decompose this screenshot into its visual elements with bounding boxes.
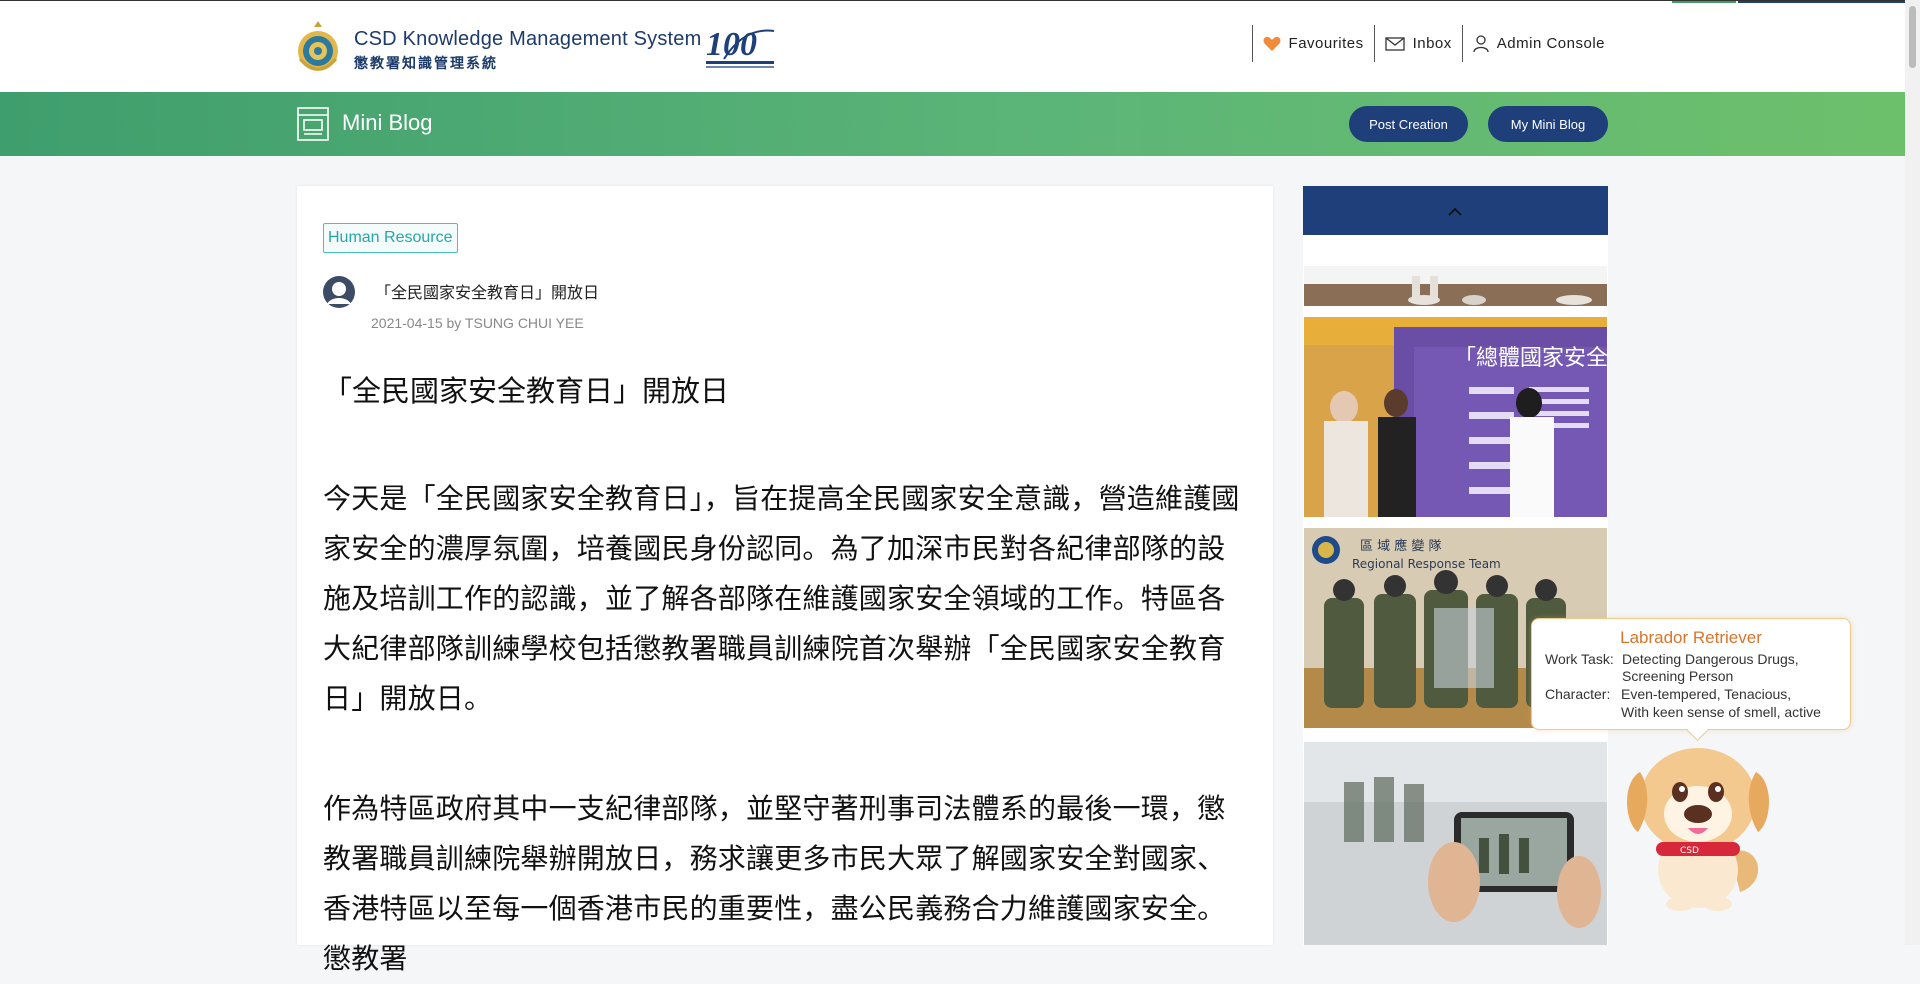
post-heading: 「全民國家安全教育日」開放日 (323, 376, 730, 408)
envelope-icon (1384, 36, 1405, 51)
favourites-link[interactable]: Favourites (1251, 25, 1374, 62)
post-paragraph: 今天是「全民國家安全教育日」，旨在提高全民國家安全意識，營造維護國家安全的濃厚氛… (323, 483, 1240, 714)
mascot-character-label: Character: (1545, 686, 1611, 702)
centenary-logo-icon: 100 (706, 26, 775, 68)
category-tag[interactable]: Human Resource (323, 223, 458, 253)
svg-text:100: 100 (706, 26, 757, 63)
scrollbar-thumb[interactable] (1909, 6, 1916, 68)
admin-console-link[interactable]: Admin Console (1461, 25, 1615, 62)
accent-strip (1738, 1, 1905, 3)
gallery-scroll-up-button[interactable] (1303, 186, 1608, 235)
mascot-collar-text: CSD (1680, 846, 1699, 856)
mini-blog-icon (297, 107, 329, 141)
mascot-character: With keen sense of smell, active (1621, 704, 1821, 720)
exhibit-banner-text: 「總體國家安全觀」 (1454, 346, 1607, 371)
post-paragraph: 作為特區政府其中一支紀律部隊，並堅守著刑事司法體系的最後一環，懲教署職員訓練院舉… (323, 793, 1226, 974)
post-creation-button[interactable]: Post Creation (1349, 106, 1468, 142)
inbox-label: Inbox (1412, 35, 1452, 52)
photo-gallery: 「總體國家安全觀」 區 域 應 變 隊 Regional Response Te… (1303, 186, 1608, 945)
admin-console-label: Admin Console (1496, 35, 1605, 52)
mascot-task: Detecting Dangerous Drugs, (1622, 651, 1799, 667)
mascot-tooltip: Labrador Retriever Work Task: Detecting … (1531, 618, 1851, 730)
post-meta: 2021-04-15 by TSUNG CHUI YEE (371, 315, 584, 331)
photo-partial[interactable] (1304, 266, 1607, 306)
mascot-dog-icon[interactable]: CSD (1620, 742, 1780, 912)
heart-icon (1263, 36, 1280, 51)
csd-crest-icon (298, 21, 338, 71)
chevron-up-icon (1448, 207, 1462, 216)
mascot-task-label: Work Task: (1545, 651, 1614, 667)
team-banner-cn: 區 域 應 變 隊 (1360, 538, 1442, 554)
favourites-label: Favourites (1288, 35, 1364, 52)
system-name-cn: 懲教署知識管理系統 (354, 55, 498, 71)
user-icon (1473, 34, 1489, 52)
top-header: CSD Knowledge Management System 懲教署知識管理系… (0, 0, 1905, 93)
mascot-task: Screening Person (1622, 668, 1734, 684)
team-banner-en: Regional Response Team (1352, 557, 1501, 571)
page-scrollbar[interactable] (1905, 0, 1920, 945)
page-title: Mini Blog (342, 110, 433, 135)
system-name: CSD Knowledge Management System (354, 28, 702, 50)
mini-blog-bar: Mini Blog Post Creation My Mini Blog (0, 92, 1905, 156)
my-mini-blog-button[interactable]: My Mini Blog (1488, 106, 1608, 142)
photo-phone-capture[interactable] (1304, 742, 1607, 945)
mascot-name: Labrador Retriever (1620, 628, 1762, 647)
post-card: Human Resource 「全民國家安全教育日」開放日 2021-04-15… (297, 186, 1273, 974)
accent-strip (1672, 1, 1736, 3)
mascot-character: Even-tempered, Tenacious, (1621, 686, 1792, 702)
top-navigation: Favourites Inbox Admin Console (1251, 25, 1615, 62)
avatar[interactable] (323, 276, 355, 308)
inbox-link[interactable]: Inbox (1373, 25, 1462, 62)
post-title: 「全民國家安全教育日」開放日 (375, 285, 600, 302)
photo-exhibit-board[interactable]: 「總體國家安全觀」 (1304, 317, 1607, 517)
